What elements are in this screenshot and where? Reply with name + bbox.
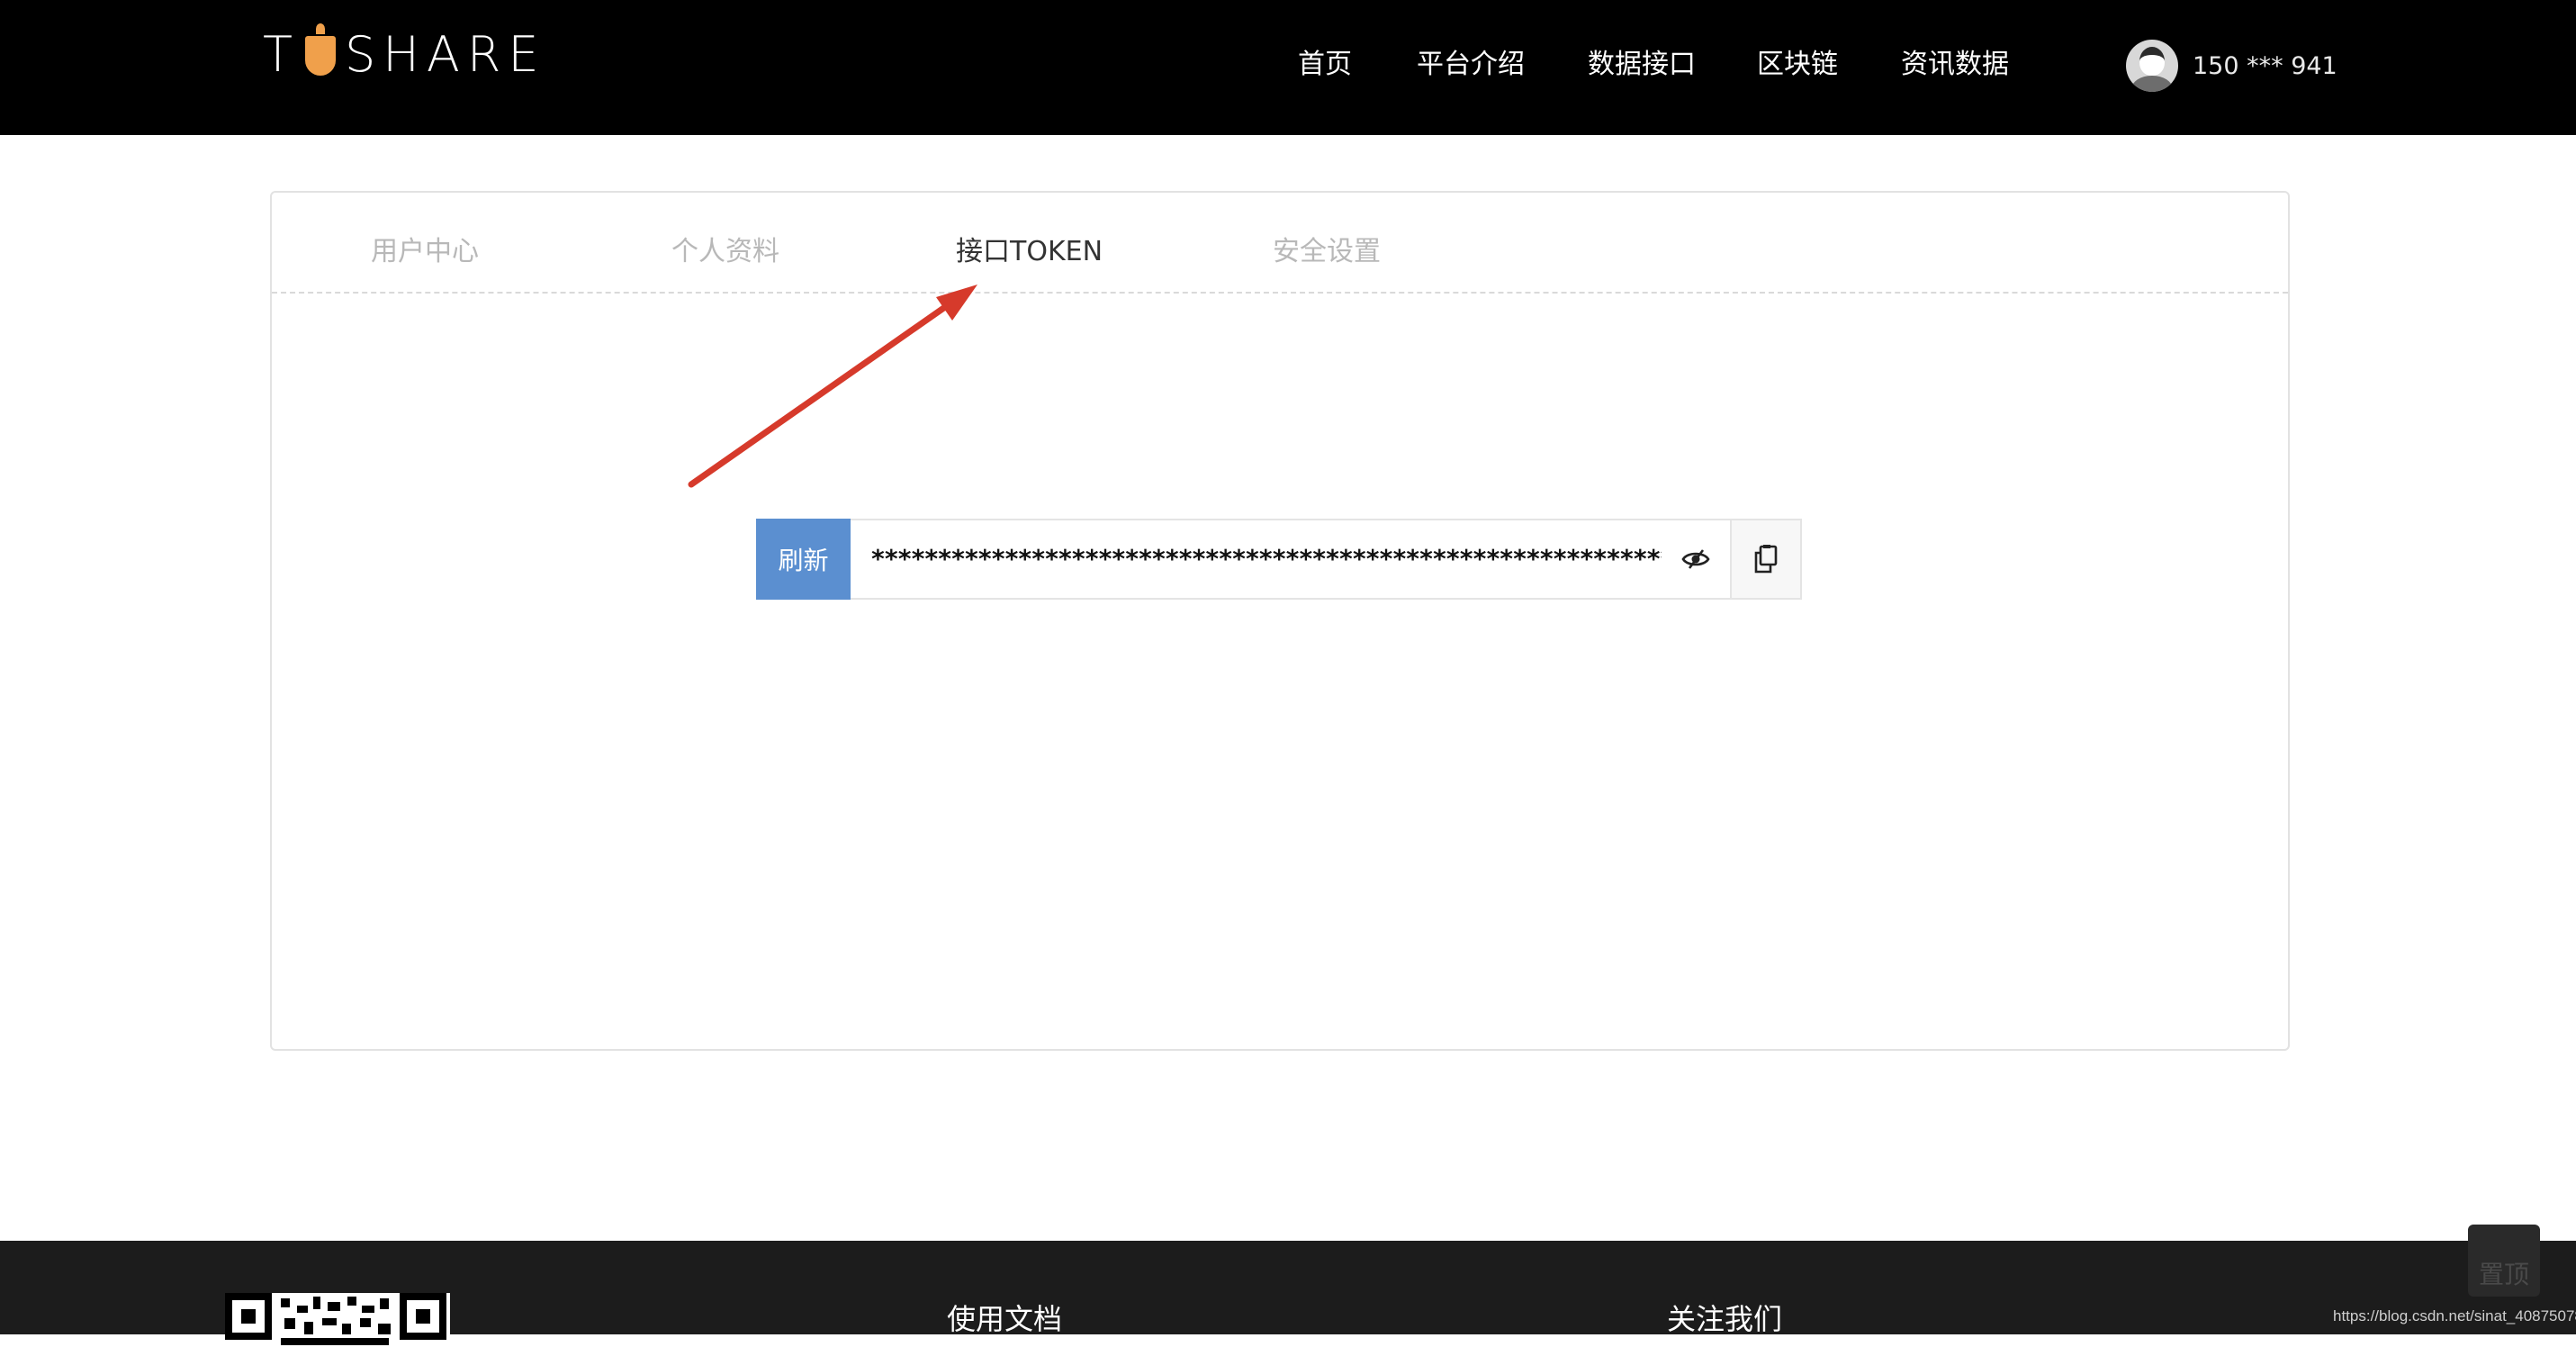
tab-security-settings[interactable]: 安全设置 xyxy=(1273,229,1381,268)
logo-text-left: T xyxy=(263,25,300,83)
nav-blockchain[interactable]: 区块链 xyxy=(1757,45,1838,85)
nav-home[interactable]: 首页 xyxy=(1298,45,1352,85)
copy-icon xyxy=(1754,545,1778,574)
token-field-group: 刷新 xyxy=(756,519,1802,600)
eye-slash-icon xyxy=(1681,549,1710,569)
user-panel: 用户中心 个人资料 接口TOKEN 安全设置 xyxy=(270,191,2290,1051)
avatar[interactable] xyxy=(2126,40,2178,92)
tushare-logo[interactable]: T SHARE xyxy=(263,23,546,83)
logo-text-right: SHARE xyxy=(345,25,546,83)
tab-profile[interactable]: 个人资料 xyxy=(671,229,779,268)
user-name[interactable]: 150 *** 941 xyxy=(2193,52,2337,80)
tab-bar: 用户中心 个人资料 接口TOKEN 安全设置 xyxy=(272,193,2288,294)
top-navbar: T SHARE 首页 平台介绍 数据接口 区块链 资讯数据 150 *** 94… xyxy=(0,0,2576,135)
watermark-url: https://blog.csdn.net/sinat_40875078 xyxy=(2333,1307,2576,1324)
footer-docs-title[interactable]: 使用文档 xyxy=(947,1297,1062,1338)
qr-code xyxy=(225,1293,450,1347)
refresh-token-button[interactable]: 刷新 xyxy=(756,519,851,600)
nav-platform-intro[interactable]: 平台介绍 xyxy=(1417,45,1525,85)
user-menu[interactable]: 150 *** 941 xyxy=(2126,40,2337,92)
nav-news-data[interactable]: 资讯数据 xyxy=(1901,45,2009,85)
toggle-visibility-button[interactable] xyxy=(1662,520,1730,598)
token-input[interactable] xyxy=(851,520,1662,598)
footer: 使用文档 关注我们 xyxy=(0,1241,2576,1347)
footer-follow-title[interactable]: 关注我们 xyxy=(1667,1297,1782,1338)
nav-data-api[interactable]: 数据接口 xyxy=(1588,45,1696,85)
copy-token-button[interactable] xyxy=(1730,520,1800,598)
tab-user-center[interactable]: 用户中心 xyxy=(371,229,479,268)
tab-api-token[interactable]: 接口TOKEN xyxy=(956,229,1103,268)
back-to-top-button[interactable]: 置顶 xyxy=(2468,1225,2540,1297)
carrot-logo-icon xyxy=(305,23,336,76)
